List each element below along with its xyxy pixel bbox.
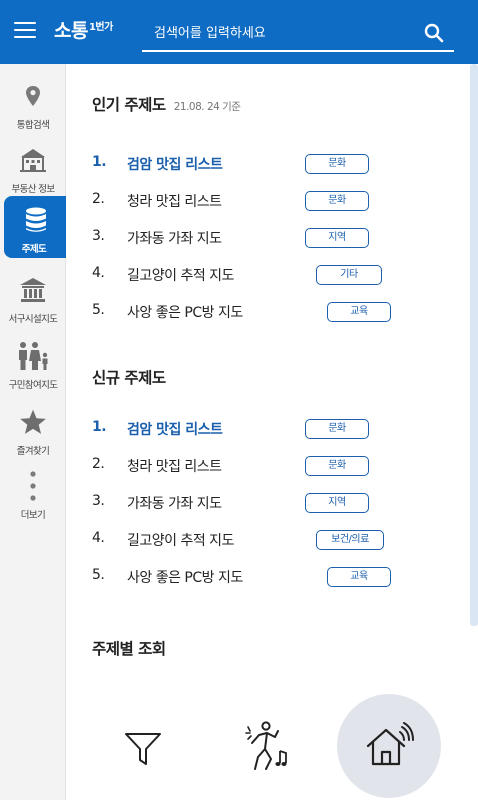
rank-number: 3. <box>92 228 105 244</box>
map-title-link[interactable]: 가좌동 가좌 지도 <box>127 493 222 513</box>
logo-main-text: 소통 <box>54 20 88 42</box>
rank-number: 1. <box>92 154 107 170</box>
category-tag[interactable]: 문화 <box>305 456 369 476</box>
sidebar-item-label: 주제도 <box>21 244 47 255</box>
list-item[interactable]: 1. 검암 맛집 리스트 문화 <box>92 146 452 183</box>
list-item[interactable]: 2. 청라 맛집 리스트 문화 <box>92 448 452 485</box>
star-icon <box>20 409 46 434</box>
sidebar-item-favorites[interactable]: 즐겨찾기 <box>0 398 66 460</box>
smart-home-icon <box>366 722 414 766</box>
popular-date: 21.08. 24 기준 <box>173 101 241 113</box>
map-pin-icon <box>26 86 40 106</box>
sidebar-item-more[interactable]: 더보기 <box>0 462 66 524</box>
category-tag[interactable]: 문화 <box>305 154 369 174</box>
map-title-link[interactable]: 청라 맛집 리스트 <box>127 456 222 476</box>
culture-button[interactable] <box>236 714 296 782</box>
sidebar-item-label: 서구시설지도 <box>8 314 58 325</box>
category-tag[interactable]: 기타 <box>316 265 382 285</box>
rank-number: 5. <box>92 302 105 318</box>
sidebar-item-label: 즐겨찾기 <box>16 446 50 457</box>
list-item[interactable]: 5. 사앙 좋은 PC방 지도 교육 <box>92 559 452 596</box>
family-icon <box>19 342 48 370</box>
building-icon <box>20 149 46 172</box>
new-list: 1. 검암 맛집 리스트 문화 2. 청라 맛집 리스트 문화 3. 가좌동 가… <box>92 411 452 596</box>
map-title-link[interactable]: 사앙 좋은 PC방 지도 <box>127 567 243 587</box>
popular-title-text: 인기 주제도 <box>92 96 166 114</box>
more-vertical-icon <box>30 471 36 501</box>
list-item[interactable]: 5. 사앙 좋은 PC방 지도 교육 <box>92 294 452 331</box>
sidebar-item-search[interactable]: 통합검색 <box>0 72 66 134</box>
sidebar-item-real-estate[interactable]: 부동산 정보 <box>0 136 66 198</box>
dancer-music-icon <box>245 721 287 770</box>
category-tag[interactable]: 지역 <box>305 228 369 248</box>
hamburger-menu-icon[interactable] <box>14 22 36 40</box>
list-item[interactable]: 4. 길고양이 추적 지도 기타 <box>92 257 452 294</box>
sidebar-item-facility-map[interactable]: 서구시설지도 <box>0 266 66 328</box>
rank-number: 3. <box>92 493 105 509</box>
map-title-link[interactable]: 사앙 좋은 PC방 지도 <box>127 302 243 322</box>
search-bar <box>142 14 454 52</box>
scrollbar[interactable] <box>470 64 478 626</box>
category-tag[interactable]: 교육 <box>327 302 391 322</box>
new-section-title: 신규 주제도 <box>92 369 166 387</box>
category-tag[interactable]: 지역 <box>305 493 369 513</box>
list-item[interactable]: 3. 가좌동 가좌 지도 지역 <box>92 485 452 522</box>
category-tag[interactable]: 문화 <box>305 191 369 211</box>
search-input[interactable] <box>142 20 412 46</box>
search-icon[interactable] <box>424 23 444 43</box>
popular-list: 1. 검암 맛집 리스트 문화 2. 청라 맛집 리스트 문화 3. 가좌동 가… <box>92 146 452 331</box>
map-title-link[interactable]: 가좌동 가좌 지도 <box>127 228 222 248</box>
main-content: 인기 주제도 21.08. 24 기준 1. 검암 맛집 리스트 문화 2. 청라… <box>66 64 470 800</box>
sidebar-item-label: 더보기 <box>20 510 46 521</box>
category-tag[interactable]: 보건/의료 <box>316 530 384 550</box>
filter-icon <box>125 733 161 765</box>
smart-home-button[interactable] <box>337 694 441 798</box>
map-title-link[interactable]: 길고양이 추적 지도 <box>127 530 234 550</box>
sidebar-item-participation-map[interactable]: 구민참여지도 <box>0 332 66 394</box>
sidebar-item-label: 부동산 정보 <box>11 184 55 195</box>
list-item[interactable]: 4. 길고양이 추적 지도 보건/의료 <box>92 522 452 559</box>
map-title-link[interactable]: 청라 맛집 리스트 <box>127 191 222 211</box>
category-tag[interactable]: 교육 <box>327 567 391 587</box>
public-facility-icon <box>20 278 46 302</box>
topic-section-title: 주제별 조회 <box>92 640 166 658</box>
rank-number: 4. <box>92 530 105 546</box>
list-item[interactable]: 1. 검암 맛집 리스트 문화 <box>92 411 452 448</box>
topic-icons-row <box>66 694 470 800</box>
list-item[interactable]: 2. 청라 맛집 리스트 문화 <box>92 183 452 220</box>
database-icon <box>26 207 46 232</box>
app-logo[interactable]: 소통1번가 <box>54 16 113 43</box>
rank-number: 2. <box>92 191 105 207</box>
filter-button[interactable] <box>116 714 170 782</box>
sidebar: 통합검색 부동산 정보 주제도 서구시설지도 구민참여지도 즐겨찾기 더보기 <box>0 64 68 800</box>
map-title-link[interactable]: 검암 맛집 리스트 <box>127 154 223 174</box>
rank-number: 5. <box>92 567 105 583</box>
app-header: 소통1번가 <box>0 0 478 64</box>
category-tag[interactable]: 문화 <box>305 419 369 439</box>
sidebar-item-label: 통합검색 <box>16 120 50 131</box>
sidebar-item-theme-map[interactable]: 주제도 <box>4 196 68 258</box>
list-item[interactable]: 3. 가좌동 가좌 지도 지역 <box>92 220 452 257</box>
map-title-link[interactable]: 길고양이 추적 지도 <box>127 265 234 285</box>
sidebar-item-label: 구민참여지도 <box>8 380 58 391</box>
rank-number: 1. <box>92 419 107 435</box>
rank-number: 2. <box>92 456 105 472</box>
rank-number: 4. <box>92 265 105 281</box>
map-title-link[interactable]: 검암 맛집 리스트 <box>127 419 223 439</box>
logo-sup-text: 1번가 <box>88 21 113 33</box>
popular-section-title: 인기 주제도 21.08. 24 기준 <box>92 93 241 115</box>
